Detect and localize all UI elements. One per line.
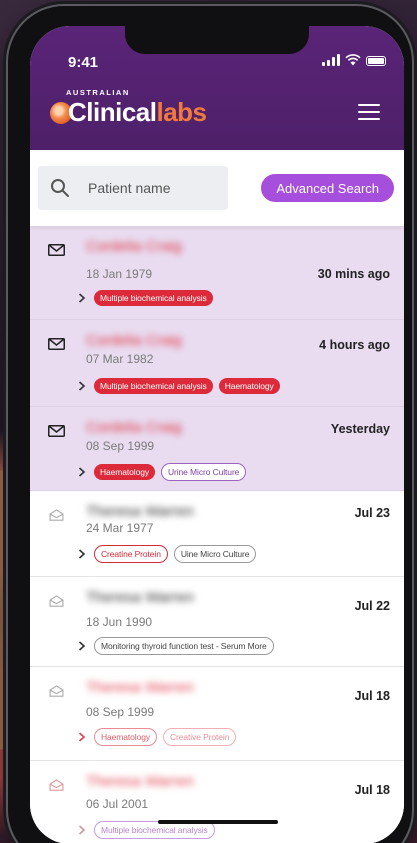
result-row[interactable]: Cordelia Craig 18 Jan 1979 30 mins ago M… [30,226,404,320]
result-time: Jul 18 [354,689,390,703]
result-row[interactable]: Theresa Warren 24 Mar 1977 Jul 23 Creati… [30,491,404,577]
patient-dob: 24 Mar 1977 [86,521,154,535]
result-time: 4 hours ago [319,338,390,352]
home-indicator[interactable] [158,820,278,824]
patient-dob: 08 Sep 1999 [86,439,155,453]
test-tags: Multiple biochemical analysis [78,290,213,306]
envelope-open-icon [49,685,64,697]
logo-australian-text: AUSTRALIAN [66,88,130,97]
status-time: 9:41 [68,54,99,71]
result-row[interactable]: Theresa Warren 06 Jul 2001 Jul 18 Multip… [30,761,404,843]
result-row[interactable]: Theresa Warren 08 Sep 1999 Jul 18 Haemat… [30,667,404,761]
test-tags: Haematology Urine Micro Culture [78,463,247,481]
logo-labs-text: labs [156,97,207,127]
result-time: Jul 18 [354,783,390,797]
patient-name-blurred: Theresa Warren [86,679,194,696]
chevron-right-icon[interactable] [78,732,86,742]
test-tag: Haematology [94,728,157,746]
chevron-right-icon[interactable] [78,549,86,559]
advanced-search-button[interactable]: Advanced Search [261,174,394,202]
envelope-closed-icon [48,338,65,350]
cellular-signal-icon [322,54,340,66]
result-time: Yesterday [330,422,390,436]
result-row[interactable]: Cordelia Craig 07 Mar 1982 4 hours ago M… [30,320,404,407]
phone-device: 9:41 AUSTRALIAN Clinicallabs Patient nam… [8,6,412,843]
test-tags: Monitoring thyroid function test - Serum… [78,637,274,655]
logo-clinical-text: Clinical [68,97,157,127]
patient-name-input[interactable] [86,179,210,197]
envelope-closed-icon [48,425,65,437]
chevron-right-icon[interactable] [78,381,86,391]
result-row[interactable]: Theresa Warren 18 Jun 1990 Jul 22 Monito… [30,577,404,667]
chevron-right-icon[interactable] [78,641,86,651]
test-tag: Creative Protein [162,728,237,746]
result-time: Jul 22 [354,599,390,613]
clinical-labs-logo: AUSTRALIAN Clinicallabs [50,88,207,128]
patient-dob: 18 Jun 1990 [86,615,153,629]
chevron-right-icon[interactable] [78,825,86,835]
patient-name-blurred: Cordelia Craig [86,238,182,255]
search-bar: Advanced Search [30,150,404,226]
result-time: 30 mins ago [317,267,390,281]
logo-wordmark: Clinicallabs [68,97,207,128]
app-screen: 9:41 AUSTRALIAN Clinicallabs Patient nam… [30,26,404,843]
patient-name-blurred: Cordelia Craig [86,419,182,436]
test-tags: Haematology Creative Protein [78,728,237,746]
envelope-open-icon [49,595,64,607]
battery-icon [366,56,386,66]
patient-name-blurred: Cordelia Craig [86,332,182,349]
test-tag: Multiple biochemical analysis [94,290,213,306]
test-tag: Haematology [218,378,280,394]
patient-dob: 07 Mar 1982 [86,352,154,366]
test-tag: Uine Micro Culture [173,545,257,563]
results-list: Cordelia Craig 18 Jan 1979 30 mins ago M… [30,226,404,843]
test-tag: Multiple biochemical analysis [94,378,213,394]
phone-notch [125,26,309,54]
app-header: 9:41 AUSTRALIAN Clinicallabs [30,26,404,150]
envelope-closed-icon [48,244,65,256]
patient-dob: 06 Jul 2001 [86,797,149,811]
result-time: Jul 23 [354,506,390,520]
patient-dob: 18 Jan 1979 [86,267,153,281]
wifi-icon [345,54,361,66]
chevron-right-icon[interactable] [78,293,86,303]
test-tag: Creatine Protein [94,545,168,563]
search-field[interactable] [38,166,228,210]
test-tag: Monitoring thyroid function test - Serum… [94,637,274,655]
photo-background: 9:41 AUSTRALIAN Clinicallabs Patient nam… [0,0,417,843]
patient-name-blurred: Theresa Warren [86,589,194,606]
status-icons [322,54,386,66]
test-tag: Haematology [94,464,155,480]
result-row[interactable]: Cordelia Craig 08 Sep 1999 Yesterday Hae… [30,407,404,491]
patient-name-blurred: Theresa Warren [86,773,194,790]
search-icon [51,179,69,197]
chevron-right-icon[interactable] [78,467,86,477]
envelope-open-icon [49,779,64,791]
patient-name-blurred: Theresa Warren [86,503,194,520]
hamburger-menu-icon[interactable] [358,104,380,120]
test-tags: Multiple biochemical analysis Haematolog… [78,378,280,394]
patient-dob: 08 Sep 1999 [86,705,155,719]
test-tag: Urine Micro Culture [160,463,247,481]
test-tags: Creatine Protein Uine Micro Culture [78,545,257,563]
envelope-open-icon [49,509,64,521]
